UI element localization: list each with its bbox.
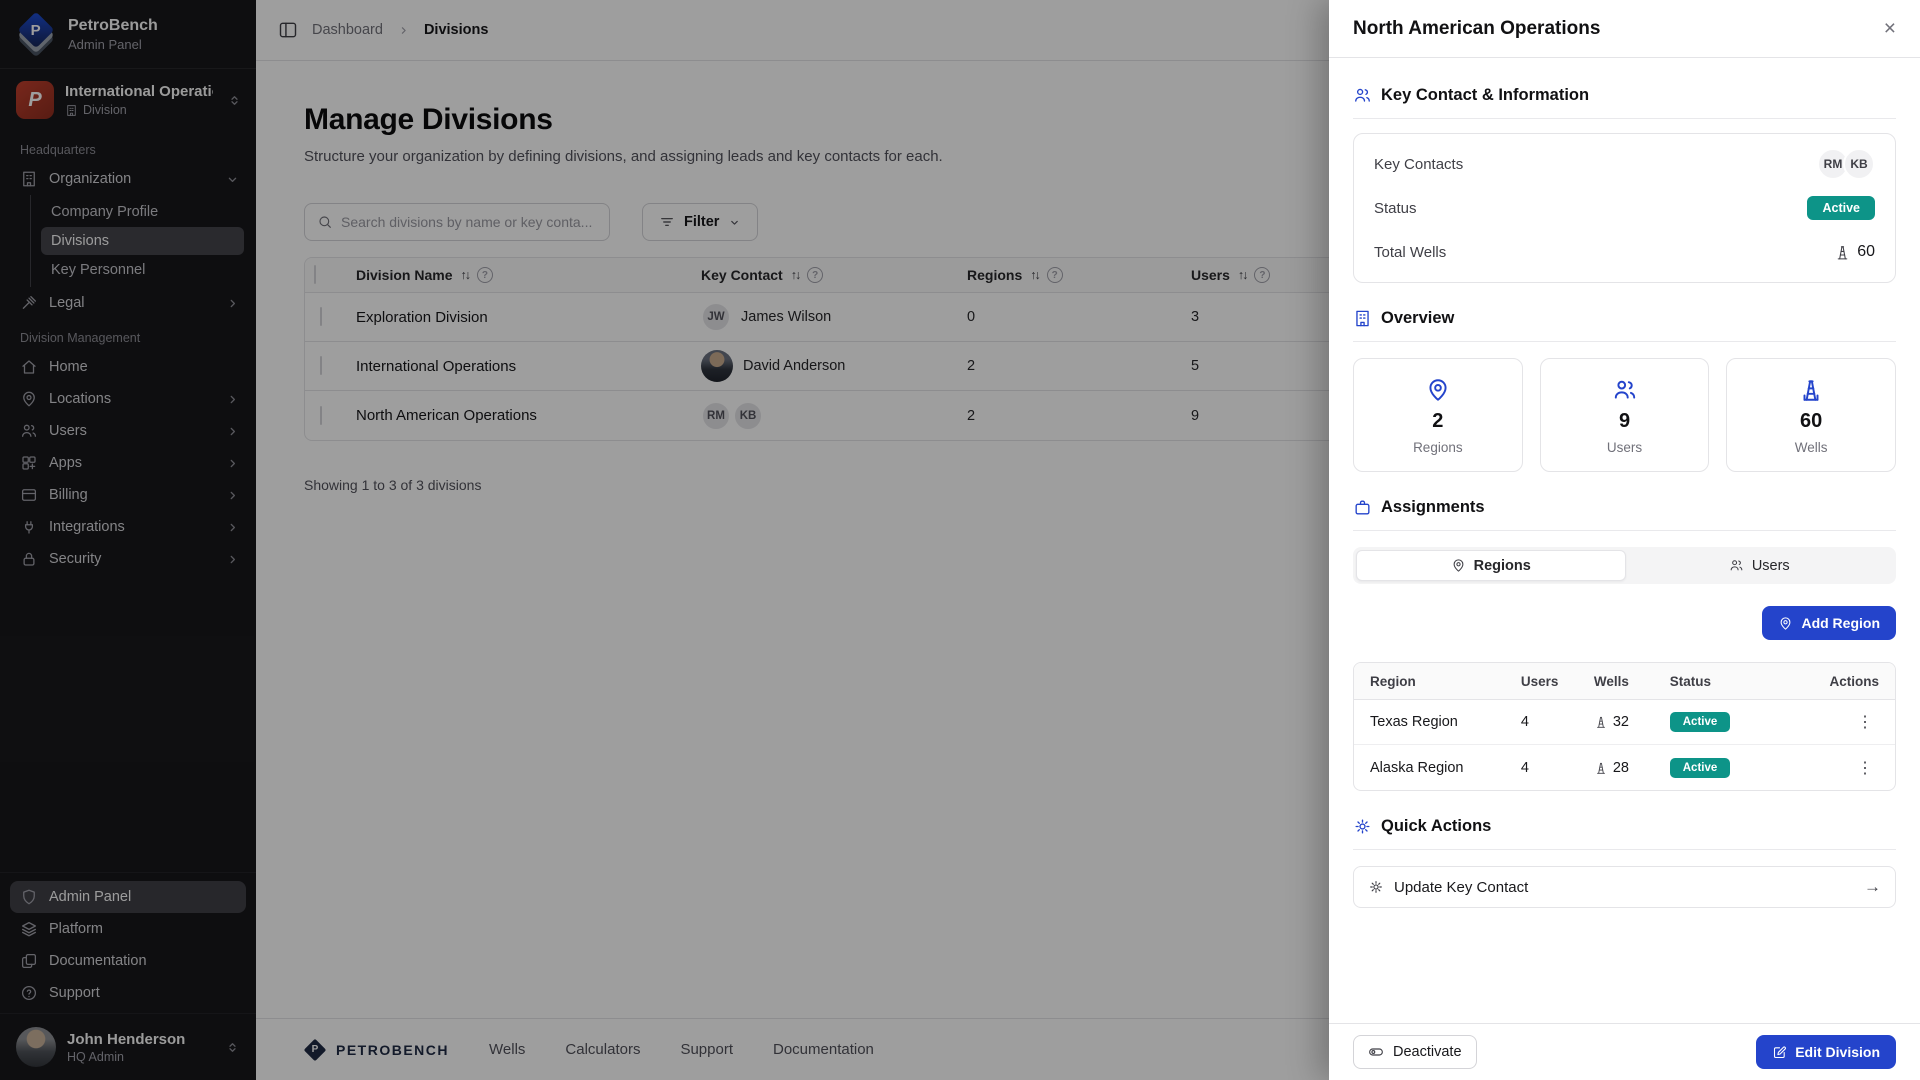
users-icon — [1729, 558, 1744, 573]
stat-card-regions: 2 Regions — [1353, 358, 1523, 472]
tab-regions[interactable]: Regions — [1356, 550, 1626, 581]
close-icon[interactable]: × — [1884, 18, 1896, 39]
edit-division-button[interactable]: Edit Division — [1756, 1035, 1896, 1069]
avatar: KB — [1843, 148, 1875, 180]
key-contact-section: Key Contact & Information Key Contacts R… — [1353, 86, 1896, 283]
oil-derrick-icon — [1798, 377, 1824, 403]
oil-derrick-icon — [1594, 715, 1608, 729]
users-icon — [1612, 377, 1638, 403]
drawer-header: North American Operations × — [1329, 0, 1920, 58]
section-heading: Overview — [1381, 309, 1454, 328]
oil-derrick-icon — [1834, 244, 1851, 261]
assignments-section: Assignments Regions Users — [1353, 498, 1896, 791]
map-pin-icon — [1451, 558, 1466, 573]
status-badge: Active — [1670, 758, 1731, 778]
drawer-body: Key Contact & Information Key Contacts R… — [1329, 58, 1920, 1023]
arrow-right-icon: → — [1864, 877, 1881, 897]
deactivate-button[interactable]: Deactivate — [1353, 1035, 1477, 1069]
status-badge: Active — [1670, 712, 1731, 732]
stat-card-users: 9 Users — [1540, 358, 1710, 472]
gear-icon — [1368, 879, 1384, 895]
users-icon — [1353, 86, 1372, 105]
oil-derrick-icon — [1594, 761, 1608, 775]
status-badge: Active — [1807, 196, 1875, 220]
app-root: P PetroBench Admin Panel P International… — [0, 0, 1920, 1080]
total-wells-value: 60 — [1857, 243, 1875, 261]
map-pin-icon — [1425, 377, 1451, 403]
section-heading: Key Contact & Information — [1381, 86, 1589, 105]
gear-icon — [1353, 817, 1372, 836]
regions-table-header: Region Users Wells Status Actions — [1354, 663, 1895, 700]
stat-card-wells: 60 Wells — [1726, 358, 1896, 472]
regions-table: Region Users Wells Status Actions Texas … — [1353, 662, 1896, 791]
row-actions-menu-icon[interactable]: ⋮ — [1851, 760, 1879, 777]
building-icon — [1353, 309, 1372, 328]
row-actions-menu-icon[interactable]: ⋮ — [1851, 714, 1879, 731]
overview-section: Overview 2 Regions 9 Users — [1353, 309, 1896, 472]
quick-actions-section: Quick Actions Update Key Contact → — [1353, 817, 1896, 908]
toggle-off-icon — [1368, 1044, 1384, 1060]
section-heading: Assignments — [1381, 498, 1485, 517]
region-row: Alaska Region 4 28 Active ⋮ — [1354, 745, 1895, 790]
tab-users[interactable]: Users — [1626, 550, 1894, 581]
edit-pencil-icon — [1772, 1045, 1787, 1060]
add-region-button[interactable]: Add Region — [1762, 606, 1896, 640]
drawer-title: North American Operations — [1353, 18, 1600, 40]
drawer-footer: Deactivate Edit Division — [1329, 1023, 1920, 1080]
update-key-contact-action[interactable]: Update Key Contact → — [1353, 866, 1896, 908]
map-pin-icon — [1778, 616, 1793, 631]
briefcase-icon — [1353, 498, 1372, 517]
division-detail-drawer: North American Operations × Key Contact … — [1329, 0, 1920, 1080]
section-heading: Quick Actions — [1381, 817, 1491, 836]
key-contact-card: Key Contacts RM KB Status Active Total W… — [1353, 133, 1896, 283]
region-row: Texas Region 4 32 Active ⋮ — [1354, 700, 1895, 745]
assignments-tabs: Regions Users — [1353, 547, 1896, 584]
